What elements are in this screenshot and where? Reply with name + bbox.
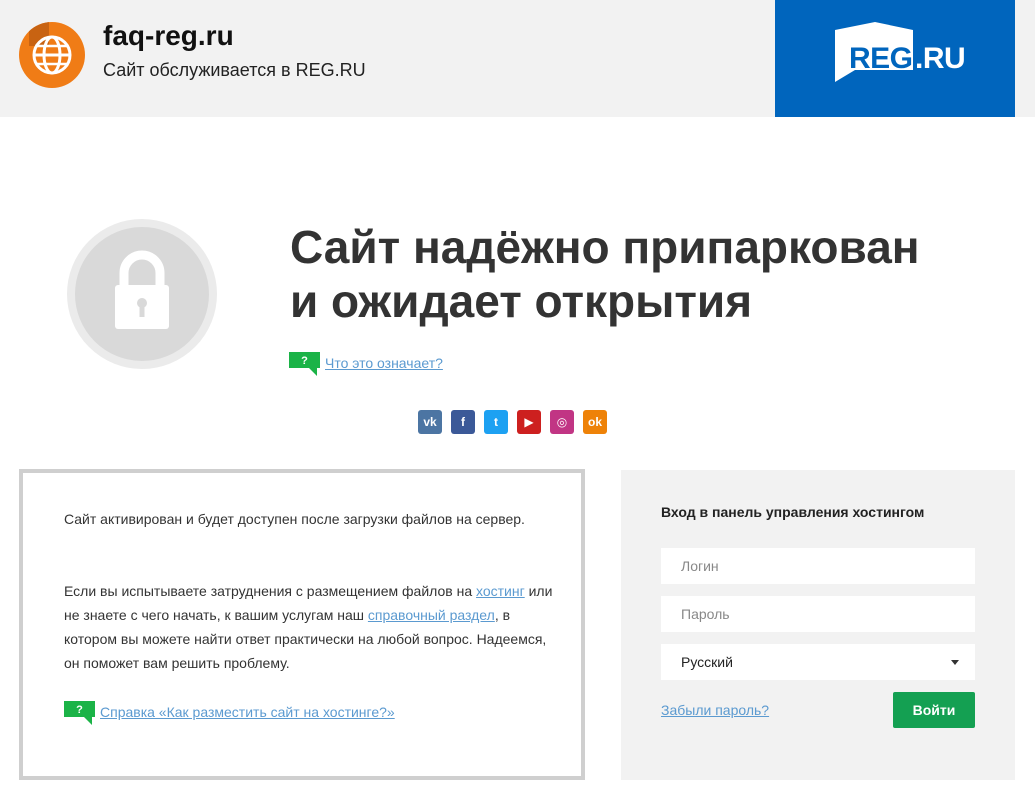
- forgot-password-link[interactable]: Забыли пароль?: [661, 702, 769, 718]
- faq-link[interactable]: Что это означает?: [325, 355, 443, 371]
- site-title: faq-reg.ru: [103, 20, 234, 51]
- lock-icon: [115, 250, 169, 329]
- brand-reg-text: REG: [849, 42, 913, 75]
- login-title: Вход в панель управления хостингом: [661, 504, 925, 520]
- globe-icon: [19, 22, 85, 88]
- page-title: Сайт надёжно припаркован и ожидает откры…: [290, 220, 990, 328]
- odnoklassniki-icon[interactable]: ok: [583, 410, 607, 434]
- reg-ru-logo[interactable]: REG .RU: [835, 22, 966, 84]
- brand-ru-text: .RU: [915, 42, 966, 75]
- hosting-link[interactable]: хостинг: [476, 583, 525, 599]
- facebook-icon[interactable]: f: [451, 410, 475, 434]
- header: faq-reg.ru Сайт обслуживается в REG.RU R…: [0, 0, 1035, 117]
- caret-down-icon: [951, 660, 959, 665]
- question-mark: ?: [301, 355, 308, 367]
- question-badge-icon: ?: [64, 701, 95, 725]
- info-paragraph-2: Если вы испытываете затруднения с размещ…: [64, 579, 554, 675]
- help-section-link[interactable]: справочный раздел: [368, 607, 495, 623]
- vk-icon[interactable]: vk: [418, 410, 442, 434]
- login-input[interactable]: [661, 548, 975, 584]
- login-panel: Вход в панель управления хостингом Русск…: [621, 470, 1015, 780]
- language-select[interactable]: Русский: [661, 644, 975, 680]
- page-title-line-1: Сайт надёжно припаркован: [290, 221, 920, 273]
- instagram-icon[interactable]: ◎: [550, 410, 574, 434]
- info-text: Если вы испытываете затруднения с размещ…: [64, 583, 476, 599]
- lock-badge: [67, 219, 217, 369]
- login-button[interactable]: Войти: [893, 692, 975, 728]
- info-panel: Сайт активирован и будет доступен после …: [19, 469, 585, 780]
- twitter-icon[interactable]: t: [484, 410, 508, 434]
- question-badge-icon: ?: [289, 352, 320, 376]
- youtube-icon[interactable]: ▶: [517, 410, 541, 434]
- language-value: Русский: [681, 654, 733, 670]
- brand-panel[interactable]: REG .RU: [775, 0, 1015, 117]
- page-title-line-2: и ожидает открытия: [290, 275, 753, 327]
- info-paragraph-1: Сайт активирован и будет доступен после …: [64, 511, 525, 527]
- password-input[interactable]: [661, 596, 975, 632]
- site-subtitle: Сайт обслуживается в REG.RU: [103, 60, 366, 80]
- question-mark: ?: [76, 704, 83, 716]
- hosting-help-link[interactable]: Справка «Как разместить сайт на хостинге…: [100, 704, 395, 720]
